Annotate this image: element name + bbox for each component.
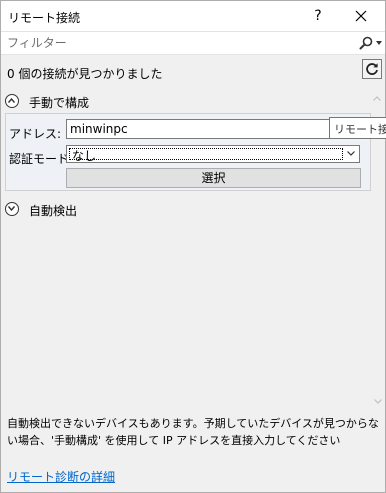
collapse-circle-icon: [5, 94, 19, 108]
search-icon[interactable]: [359, 36, 373, 50]
filter-input[interactable]: [7, 35, 347, 51]
auth-mode-select[interactable]: なし: [66, 145, 360, 163]
address-label: アドレス:: [9, 127, 62, 141]
window-title: リモート接続: [8, 11, 81, 25]
refresh-icon: [366, 63, 378, 75]
manual-config-header: 手動で構成: [29, 96, 90, 110]
auth-mode-value: なし: [72, 149, 97, 163]
focus-rectangle: [69, 148, 343, 160]
title-bar: リモート接続 ?: [1, 1, 385, 31]
chevron-down-icon: [347, 151, 355, 156]
remote-diagnostics-link[interactable]: リモート診断の詳細: [7, 468, 115, 485]
address-tooltip: リモート接続: [329, 117, 386, 139]
search-options-chevron-icon[interactable]: [376, 41, 382, 45]
close-icon: [355, 10, 367, 22]
filter-bar: [1, 31, 385, 55]
select-button[interactable]: 選択: [66, 168, 361, 188]
auto-detect-info-text: 自動検出できないデバイスもあります。予期していたデバイスが見つからない場合、'手…: [7, 417, 379, 447]
close-button[interactable]: [348, 4, 374, 28]
scroll-up-chevron-icon[interactable]: [373, 96, 381, 101]
help-button[interactable]: ?: [306, 4, 330, 28]
expand-circle-icon: [5, 202, 19, 216]
remote-connection-dialog: リモート接続 ? 0 個の接続が見つかりました 手動で構成 アドレス:: [0, 0, 386, 493]
auth-mode-label: 認証モード:: [9, 152, 74, 166]
auto-detect-header: 自動検出: [29, 204, 78, 218]
address-input[interactable]: [66, 119, 330, 139]
refresh-button[interactable]: [362, 59, 382, 79]
connection-count-text: 0 個の接続が見つかりました: [7, 67, 163, 81]
scroll-down-chevron-icon[interactable]: [374, 399, 382, 404]
